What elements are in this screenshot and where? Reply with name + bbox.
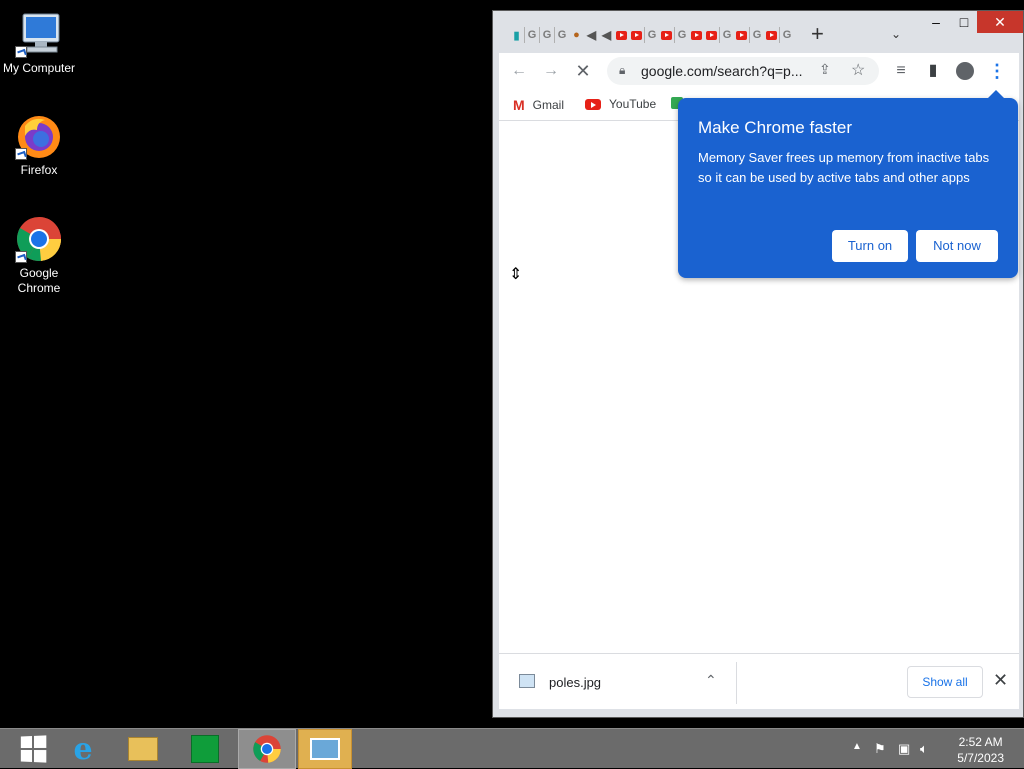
tab-search-chevron-icon[interactable]: ⌄ xyxy=(891,27,901,41)
close-button[interactable]: ✕ xyxy=(977,11,1023,33)
desktop-icon-label: Google Chrome xyxy=(17,266,61,295)
chrome-icon xyxy=(15,215,63,263)
desktop-icon-firefox[interactable]: Firefox xyxy=(0,112,78,178)
bookmark-gmail[interactable]: M Gmail xyxy=(513,97,564,113)
taskbar: e ▲ ⚑ ▣ 🔈︎ 2:52 AM 5/7/2023 xyxy=(0,728,1024,769)
tab-youtube-icon[interactable] xyxy=(734,27,749,43)
show-all-button[interactable]: Show all xyxy=(907,666,983,698)
bookmark-youtube[interactable]: YouTube xyxy=(585,97,656,111)
shortcut-arrow-icon xyxy=(15,251,27,263)
share-icon[interactable]: ⇪ xyxy=(819,61,831,78)
tab-google-icon[interactable]: G xyxy=(749,27,764,43)
store-icon xyxy=(191,735,219,763)
tab-favicon-icon[interactable]: ▮ xyxy=(509,27,524,43)
side-panel-icon[interactable]: ▮ xyxy=(921,59,945,83)
tab-youtube-icon[interactable] xyxy=(704,27,719,43)
taskbar-chrome[interactable] xyxy=(238,729,296,769)
media-queue-icon[interactable]: ≡ xyxy=(889,59,913,83)
show-hidden-icons-chevron-icon[interactable]: ▲ xyxy=(852,741,862,752)
close-icon[interactable]: ✕ xyxy=(993,670,1008,691)
internet-explorer-icon: e xyxy=(73,731,93,767)
tab-youtube-icon[interactable] xyxy=(689,27,704,43)
popup-title: Make Chrome faster xyxy=(698,118,852,137)
forward-arrow-icon[interactable]: → xyxy=(539,59,563,83)
taskbar-photo-viewer[interactable] xyxy=(298,729,352,769)
clock[interactable]: 2:52 AM 5/7/2023 xyxy=(957,734,1004,766)
tab-youtube-icon[interactable] xyxy=(659,27,674,43)
taskbar-store[interactable] xyxy=(176,729,234,769)
lock-icon: 🔒︎ xyxy=(619,63,626,77)
maximize-button[interactable]: □ xyxy=(951,11,977,33)
popup-body: Memory Saver frees up memory from inacti… xyxy=(698,150,990,185)
tab-google-icon[interactable]: G xyxy=(539,27,554,43)
desktop-icon-label: My Computer xyxy=(2,61,76,75)
bookmark-label: Gmail xyxy=(532,98,565,112)
image-file-icon xyxy=(519,674,535,688)
desktop-icon-my-computer[interactable]: My Computer xyxy=(0,10,78,76)
tab-youtube-icon[interactable] xyxy=(629,27,644,43)
clock-time: 2:52 AM xyxy=(958,735,1003,749)
title-bar: ▮ G G G ● ◀ ◀ G G G G G + ⌄ – □ ✕ xyxy=(493,11,1023,51)
address-bar[interactable]: 🔒︎ google.com/search?q=p... ⇪ ☆ xyxy=(607,57,879,85)
tab-youtube-icon[interactable] xyxy=(614,27,629,43)
not-now-button[interactable]: Not now xyxy=(916,230,998,262)
download-shelf: poles.jpg ⌃ Show all ✕ xyxy=(499,653,1019,709)
taskbar-internet-explorer[interactable]: e xyxy=(54,729,112,769)
action-center-flag-icon[interactable]: ⚑ xyxy=(874,741,886,757)
desktop-icon-google-chrome[interactable]: Google Chrome xyxy=(0,215,78,296)
firefox-icon xyxy=(15,112,63,160)
shortcut-arrow-icon xyxy=(15,46,27,58)
bookmark-star-icon[interactable]: ☆ xyxy=(851,60,865,80)
stop-loading-icon[interactable]: ✕ xyxy=(571,59,595,83)
photo-viewer-icon xyxy=(310,738,340,760)
volume-muted-icon[interactable]: 🔈︎ xyxy=(920,741,928,757)
windows-logo-icon xyxy=(20,735,47,763)
clock-date: 5/7/2023 xyxy=(957,751,1004,765)
back-arrow-icon[interactable]: ← xyxy=(507,59,531,83)
tab-strip: ▮ G G G ● ◀ ◀ G G G G G xyxy=(509,27,794,47)
tab-favicon-icon[interactable]: ● xyxy=(569,27,584,43)
bookmark-label: YouTube xyxy=(609,97,657,111)
tab-google-icon[interactable]: G xyxy=(524,27,539,43)
tab-audio-icon[interactable]: ◀ xyxy=(584,27,599,43)
tab-google-icon[interactable]: G xyxy=(779,27,794,43)
menu-kebab-icon[interactable]: ⋮ xyxy=(985,59,1009,83)
taskbar-file-explorer[interactable] xyxy=(114,729,172,769)
tab-google-icon[interactable]: G xyxy=(674,27,689,43)
browser-toolbar: ← → ✕ 🔒︎ google.com/search?q=p... ⇪ ☆ ≡ … xyxy=(499,53,1019,89)
url-text: google.com/search?q=p... xyxy=(641,63,803,79)
profile-avatar-icon[interactable] xyxy=(953,59,977,83)
divider xyxy=(736,662,737,704)
text-cursor-icon: ⇕ xyxy=(509,266,523,283)
computer-icon xyxy=(15,10,63,58)
tab-google-icon[interactable]: G xyxy=(644,27,659,43)
chrome-icon xyxy=(253,735,281,763)
folder-icon xyxy=(128,737,158,761)
turn-on-button[interactable]: Turn on xyxy=(832,230,908,262)
desktop-icon-label: Firefox xyxy=(20,163,58,177)
minimize-button[interactable]: – xyxy=(923,11,949,33)
shortcut-arrow-icon xyxy=(15,148,27,160)
tab-youtube-icon[interactable] xyxy=(764,27,779,43)
gmail-icon: M xyxy=(513,97,525,113)
tab-google-icon[interactable]: G xyxy=(554,27,569,43)
tab-audio-icon[interactable]: ◀ xyxy=(599,27,614,43)
download-filename[interactable]: poles.jpg xyxy=(549,675,601,690)
youtube-icon xyxy=(585,98,601,110)
new-tab-plus-icon[interactable]: + xyxy=(811,23,824,45)
tab-google-icon[interactable]: G xyxy=(719,27,734,43)
memory-saver-popup: Make Chrome faster Memory Saver frees up… xyxy=(678,90,1018,278)
chevron-up-icon[interactable]: ⌃ xyxy=(705,672,717,689)
network-icon[interactable]: ▣ xyxy=(898,741,910,757)
